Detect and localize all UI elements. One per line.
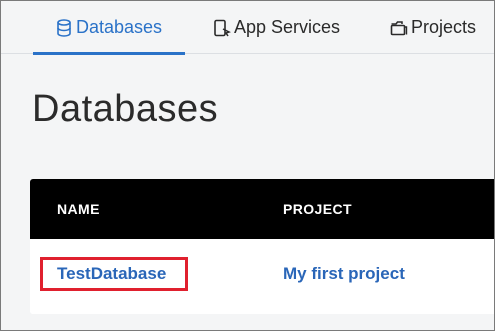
column-header-name: NAME [57,201,100,217]
column-header-project: PROJECT [283,201,352,217]
database-name-link[interactable]: TestDatabase [57,264,166,284]
tab-app-services[interactable]: App Services [211,1,340,54]
tab-projects-label: Projects [411,17,477,37]
tab-databases-label: Databases [76,17,163,37]
tab-databases[interactable]: Databases [33,1,185,55]
databases-table: NAME PROJECT TestDatabase My first proje… [30,179,495,314]
top-tab-bar: Databases App Services Projects [1,1,494,55]
folder-icon [388,17,410,39]
table-row: TestDatabase My first project [30,239,495,314]
project-link[interactable]: My first project [283,264,405,284]
database-icon [53,17,75,39]
page-title: Databases [32,88,219,130]
app-services-icon [211,17,233,39]
table-header: NAME PROJECT [30,179,495,239]
tab-app-services-label: App Services [234,17,341,37]
tab-projects[interactable]: Projects [388,1,476,54]
